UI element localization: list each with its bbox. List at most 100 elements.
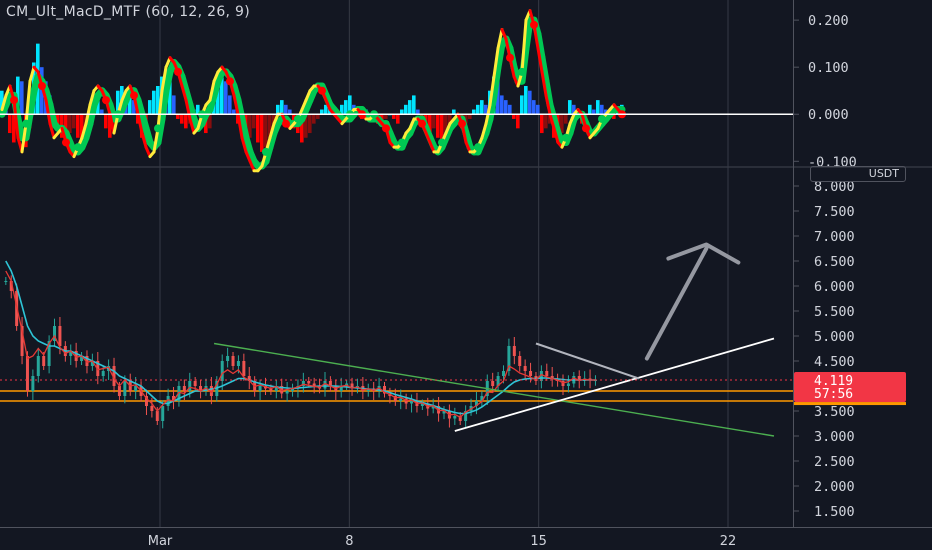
- macd-cross-dot: [438, 138, 446, 147]
- macd-cross-dot: [458, 119, 466, 128]
- macd-histogram-bar: [436, 114, 440, 138]
- price-tick-label: 4.500: [814, 354, 855, 370]
- price-candle: [545, 371, 549, 376]
- macd-histogram-bar: [264, 114, 268, 148]
- macd-histogram-bar: [172, 95, 176, 115]
- macd-histogram-bar: [72, 114, 76, 129]
- macd-cross-dot: [62, 138, 70, 147]
- macd-histogram-bar: [500, 95, 504, 115]
- macd-histogram-bar: [228, 95, 232, 115]
- price-candle: [42, 356, 46, 366]
- macd-cross-dot: [318, 86, 326, 95]
- macd-histogram-bar: [152, 90, 156, 115]
- macd-cross-dot: [262, 147, 270, 156]
- price-candle: [150, 406, 154, 411]
- price-candle: [566, 383, 570, 386]
- price-candle: [31, 376, 35, 391]
- macd-histogram-bar: [544, 114, 548, 129]
- price-candle: [4, 281, 8, 282]
- macd-cross-dot: [530, 20, 538, 29]
- macd-cross-dot: [10, 96, 18, 105]
- indicator-title: CM_Ult_MacD_MTF (60, 12, 26, 9): [6, 4, 251, 20]
- macd-histogram-bar: [184, 114, 188, 129]
- macd-cross-dot: [22, 119, 30, 128]
- macd-cross-dot: [282, 119, 290, 128]
- indicator-tick-label: 0.100: [808, 60, 849, 76]
- price-tick-label: 5.000: [814, 329, 855, 345]
- macd-cross-dot: [130, 91, 138, 100]
- price-candle: [182, 386, 186, 391]
- macd-histogram-bar: [8, 114, 12, 134]
- macd-histogram-bar: [20, 81, 24, 115]
- macd-cross-dot: [474, 143, 482, 152]
- macd-histogram-bar: [308, 114, 312, 134]
- macd-histogram-bar: [600, 104, 604, 115]
- indicator-tick-label: 0.000: [808, 107, 849, 123]
- support-price-marker: [794, 402, 906, 406]
- macd-cross-dot: [382, 124, 390, 133]
- macd-cross-dot: [506, 53, 514, 62]
- price-candle: [502, 371, 506, 376]
- macd-histogram-bar: [528, 90, 532, 115]
- macd-histogram-bar: [504, 100, 508, 115]
- price-candle: [117, 386, 121, 396]
- macd-histogram-bar: [564, 114, 568, 124]
- time-tick-label: 22: [720, 534, 737, 549]
- macd-histogram-bar: [520, 95, 524, 115]
- macd-histogram-bar: [180, 114, 184, 124]
- macd-cross-dot: [226, 77, 234, 86]
- price-candle: [491, 381, 495, 386]
- macd-histogram-bar: [540, 114, 544, 134]
- time-tick-label: 8: [345, 534, 353, 549]
- macd-histogram-bar: [536, 104, 540, 115]
- currency-label[interactable]: USDT: [810, 166, 906, 182]
- macd-histogram-bar: [148, 100, 152, 115]
- price-tick-label: 3.000: [814, 429, 855, 445]
- chart-canvas[interactable]: 0.2000.1000.000-0.1008.0007.5007.0006.50…: [0, 0, 932, 550]
- price-candle: [101, 371, 105, 376]
- macd-cross-dot: [174, 67, 182, 76]
- price-candle: [25, 356, 29, 391]
- macd-cross-dot: [294, 114, 302, 123]
- macd-cross-dot: [38, 82, 46, 90]
- macd-histogram-bar: [312, 114, 316, 124]
- indicator-tick-label: 0.200: [808, 13, 849, 29]
- macd-histogram-bar: [476, 104, 480, 115]
- macd-histogram-bar: [76, 114, 80, 138]
- macd-cross-dot: [598, 114, 606, 123]
- price-candle: [58, 326, 62, 346]
- price-candle: [123, 381, 127, 396]
- macd-cross-dot: [518, 67, 526, 76]
- price-candle: [226, 356, 230, 361]
- price-tick-label: 2.500: [814, 454, 855, 470]
- price-badge-countdown: 57:56: [814, 387, 853, 402]
- price-candle: [155, 411, 159, 421]
- time-tick-label: 15: [530, 534, 547, 549]
- price-tick-label: 6.500: [814, 254, 855, 270]
- macd-histogram-bar: [568, 100, 572, 115]
- macd-signal-line: [26, 87, 38, 118]
- macd-histogram-bar: [256, 114, 260, 143]
- macd-histogram-bar: [104, 114, 108, 129]
- price-tick-label: 5.500: [814, 304, 855, 320]
- price-candle: [231, 356, 235, 366]
- macd-cross-dot: [418, 119, 426, 128]
- macd-histogram-bar: [432, 114, 436, 129]
- price-tick-label: 1.500: [814, 504, 855, 520]
- price-candle: [236, 361, 240, 366]
- price-candle: [193, 381, 197, 386]
- macd-cross-dot: [582, 124, 590, 133]
- macd-histogram-bar: [480, 100, 484, 115]
- macd-cross-dot: [398, 138, 406, 147]
- price-candle: [399, 398, 403, 401]
- price-candle: [285, 391, 289, 394]
- macd-histogram-bar: [524, 86, 528, 115]
- macd-histogram-bar: [396, 114, 400, 124]
- macd-histogram-bar: [224, 81, 228, 115]
- macd-histogram-bar: [404, 104, 408, 115]
- price-candle: [220, 361, 224, 381]
- macd-histogram-bar: [508, 104, 512, 115]
- macd-histogram-bar: [408, 100, 412, 115]
- price-candle: [518, 356, 522, 366]
- price-candle: [529, 371, 533, 376]
